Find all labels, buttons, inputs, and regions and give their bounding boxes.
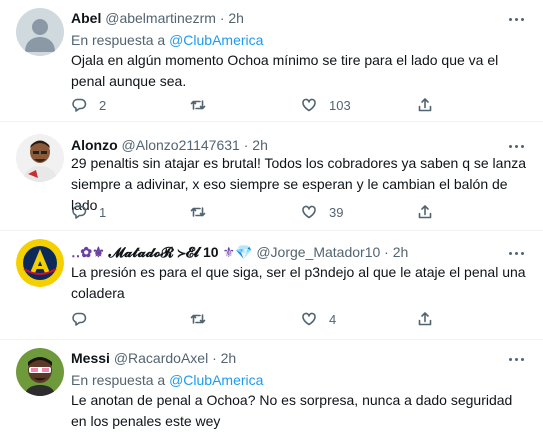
reply-icon bbox=[72, 205, 87, 219]
tweet-actions: 1 39 bbox=[71, 203, 531, 221]
reply-to-link[interactable]: @ClubAmerica bbox=[169, 372, 263, 388]
tweet-alonzo[interactable]: Alonzo @Alonzo21147631 · 2h 29 penaltis … bbox=[0, 122, 543, 222]
share-button[interactable] bbox=[417, 203, 433, 221]
like-count: 4 bbox=[329, 311, 337, 327]
tweet-actions: 4 bbox=[71, 310, 531, 328]
reply-icon bbox=[72, 312, 87, 326]
reply-button[interactable]: 2 bbox=[71, 96, 106, 114]
share-button[interactable] bbox=[417, 310, 433, 328]
tweet-jorge-matador[interactable]: ‥✿⚜ 𝓜𝓪𝓽𝓪𝓭𝓸𝓡 ≻𝓔𝓵 10 ⚜💎 @Jorge_Matador10 ·… bbox=[0, 231, 543, 336]
like-count: 39 bbox=[329, 204, 344, 220]
avatar[interactable] bbox=[16, 239, 64, 287]
retweet-button[interactable] bbox=[190, 310, 218, 328]
share-icon bbox=[418, 98, 432, 112]
display-name-prefix[interactable]: ‥✿⚜ bbox=[71, 244, 105, 260]
retweet-icon bbox=[190, 314, 206, 324]
more-icon[interactable] bbox=[506, 11, 526, 27]
separator: · bbox=[384, 244, 389, 260]
separator: · bbox=[212, 350, 217, 366]
tweet-actions: 2 103 bbox=[71, 96, 531, 114]
timestamp[interactable]: 2h bbox=[228, 10, 244, 26]
separator: · bbox=[219, 10, 225, 26]
reply-count: 1 bbox=[99, 204, 107, 220]
reply-context: En respuesta a @ClubAmerica bbox=[71, 32, 263, 48]
heart-icon bbox=[302, 312, 316, 326]
reply-button[interactable] bbox=[71, 310, 99, 328]
timestamp[interactable]: 2h bbox=[221, 350, 237, 366]
display-name-icons: ⚜💎 bbox=[222, 244, 253, 260]
avatar[interactable] bbox=[16, 348, 64, 396]
tweet-text: Le anotan de penal a Ochoa? No es sorpre… bbox=[71, 392, 513, 429]
avatar[interactable] bbox=[16, 8, 64, 56]
display-name[interactable]: Messi bbox=[71, 350, 110, 366]
like-button[interactable]: 39 bbox=[301, 203, 343, 221]
reply-count: 2 bbox=[99, 97, 107, 113]
timestamp[interactable]: 2h bbox=[252, 137, 268, 153]
like-count: 103 bbox=[329, 97, 351, 113]
user-handle[interactable]: @Alonzo21147631 bbox=[122, 137, 240, 153]
reply-prefix: En respuesta a bbox=[71, 32, 166, 48]
timestamp[interactable]: 2h bbox=[393, 244, 409, 260]
more-icon[interactable] bbox=[506, 138, 526, 154]
display-name[interactable]: Alonzo bbox=[71, 137, 118, 153]
like-button[interactable]: 4 bbox=[301, 310, 336, 328]
tweet-messi[interactable]: Messi @RacardoAxel · 2h En respuesta a @… bbox=[0, 340, 543, 429]
heart-icon bbox=[302, 98, 316, 112]
tweet-abel[interactable]: Abel @abelmartinezrm · 2h En respuesta a… bbox=[0, 0, 543, 114]
reply-prefix: En respuesta a bbox=[71, 372, 166, 388]
tweet-text: La presión es para el que siga, ser el p… bbox=[71, 264, 526, 301]
display-name[interactable]: 𝓜𝓪𝓽𝓪𝓭𝓸𝓡 ≻𝓔𝓵 10 bbox=[109, 244, 219, 260]
more-icon[interactable] bbox=[506, 245, 526, 261]
share-icon bbox=[418, 205, 432, 219]
tweet-header: Abel @abelmartinezrm · 2h bbox=[71, 10, 244, 26]
like-button[interactable]: 103 bbox=[301, 96, 351, 114]
reply-icon bbox=[72, 98, 87, 112]
share-icon bbox=[418, 312, 432, 326]
retweet-button[interactable] bbox=[190, 96, 218, 114]
heart-icon bbox=[302, 205, 316, 219]
share-button[interactable] bbox=[417, 96, 433, 114]
tweet-header: ‥✿⚜ 𝓜𝓪𝓽𝓪𝓭𝓸𝓡 ≻𝓔𝓵 10 ⚜💎 @Jorge_Matador10 ·… bbox=[71, 244, 408, 261]
retweet-icon bbox=[190, 207, 206, 217]
user-handle[interactable]: @Jorge_Matador10 bbox=[256, 244, 380, 260]
display-name[interactable]: Abel bbox=[71, 10, 101, 26]
retweet-icon bbox=[190, 100, 206, 110]
more-icon[interactable] bbox=[506, 351, 526, 367]
separator: · bbox=[243, 137, 249, 153]
reply-to-link[interactable]: @ClubAmerica bbox=[169, 32, 263, 48]
user-handle[interactable]: @RacardoAxel bbox=[114, 350, 208, 366]
tweet-header: Messi @RacardoAxel · 2h bbox=[71, 350, 236, 366]
avatar[interactable] bbox=[16, 134, 64, 182]
reply-context: En respuesta a @ClubAmerica bbox=[71, 372, 263, 388]
tweet-text: Ojala en algún momento Ochoa mínimo se t… bbox=[71, 52, 499, 89]
reply-button[interactable]: 1 bbox=[71, 203, 106, 221]
retweet-button[interactable] bbox=[190, 203, 218, 221]
user-handle[interactable]: @abelmartinezrm bbox=[105, 10, 216, 26]
tweet-header: Alonzo @Alonzo21147631 · 2h bbox=[71, 137, 268, 153]
